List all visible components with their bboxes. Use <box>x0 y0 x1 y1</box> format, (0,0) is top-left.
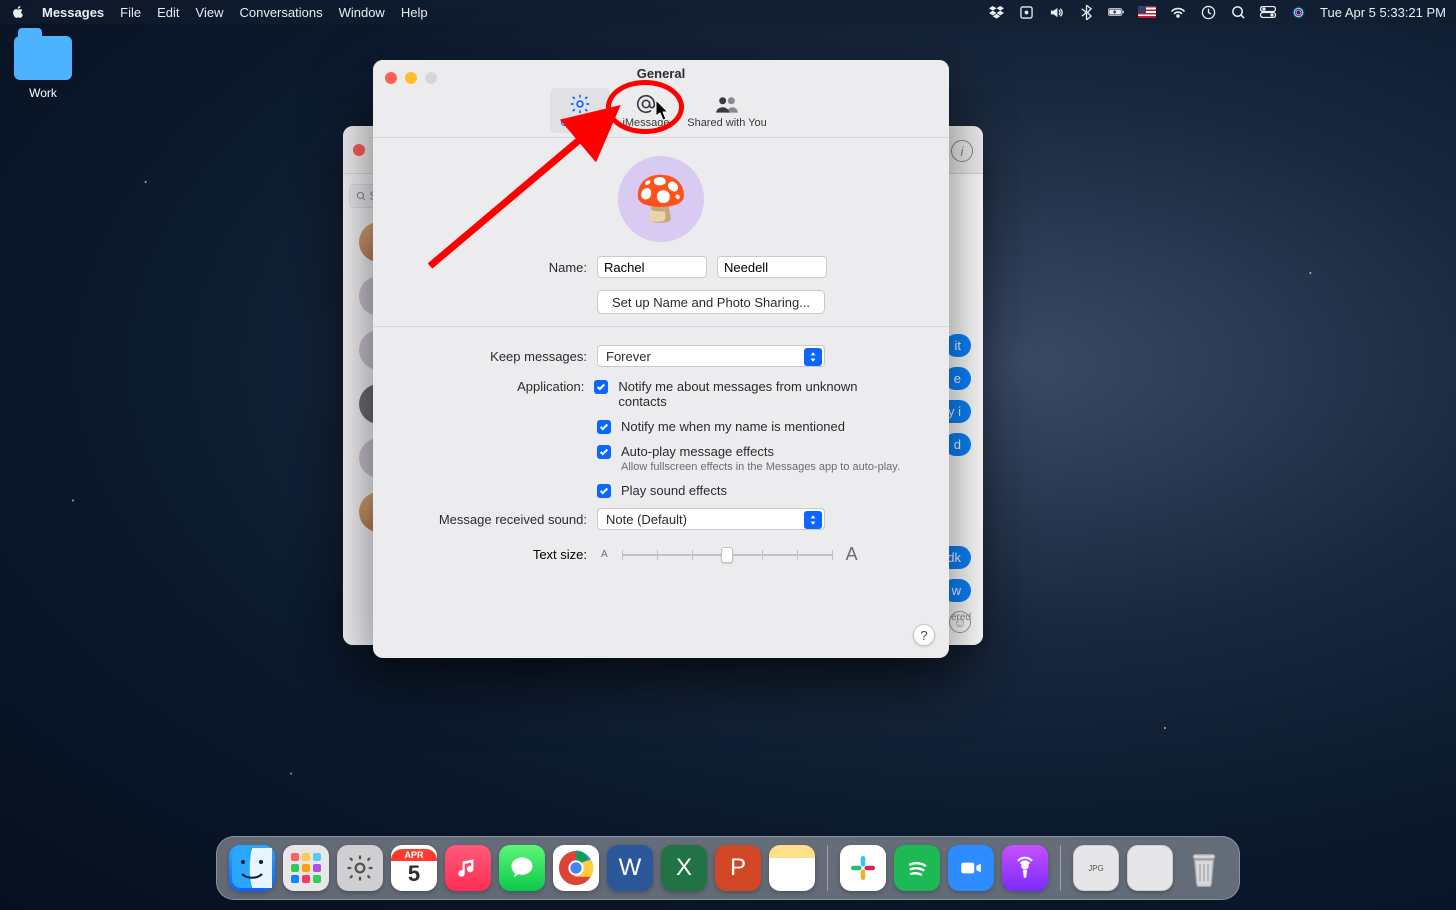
dock-excel[interactable]: X <box>661 845 707 891</box>
menu-conversations[interactable]: Conversations <box>239 5 322 20</box>
tab-general[interactable]: General <box>550 88 610 133</box>
menu-help[interactable]: Help <box>401 5 428 20</box>
application-label: Application: <box>417 379 584 394</box>
checkbox-sound-effects[interactable] <box>597 484 611 498</box>
dock-file[interactable] <box>1127 845 1173 891</box>
avatar-emoji: 🍄 <box>634 173 689 225</box>
help-button[interactable]: ? <box>913 624 935 646</box>
battery-icon[interactable] <box>1108 4 1124 20</box>
tab-imessage[interactable]: iMessage <box>616 88 676 133</box>
dock: APR5 W X P JPG <box>216 836 1240 900</box>
text-size-small-icon: A <box>601 549 608 560</box>
tab-label: iMessage <box>618 117 674 129</box>
cal-day: 5 <box>408 861 420 887</box>
checkbox-label: Notify me about messages from unknown co… <box>618 379 905 409</box>
first-name-input[interactable] <box>597 256 707 278</box>
dock-separator <box>827 845 828 891</box>
dock-launchpad[interactable] <box>283 845 329 891</box>
preferences-window: General General iMessage Shared with You… <box>373 60 949 658</box>
dock-zoom[interactable] <box>948 845 994 891</box>
checkbox-label: Auto-play message effects <box>621 444 900 459</box>
bluetooth-icon[interactable] <box>1078 4 1094 20</box>
dock-music[interactable] <box>445 845 491 891</box>
text-size-large-icon: A <box>846 544 858 565</box>
dock-powerpoint[interactable]: P <box>715 845 761 891</box>
cal-month: APR <box>391 849 437 861</box>
select-value: Note (Default) <box>606 512 687 527</box>
name-label: Name: <box>417 260 587 275</box>
checkbox-notify-mention[interactable] <box>597 420 611 434</box>
dock-finder[interactable] <box>229 845 275 891</box>
clock-history-icon[interactable] <box>1200 4 1216 20</box>
tab-shared-with-you[interactable]: Shared with You <box>682 88 772 133</box>
setup-name-photo-button[interactable]: Set up Name and Photo Sharing... <box>597 290 825 314</box>
keep-messages-label: Keep messages: <box>417 349 587 364</box>
profile-avatar[interactable]: 🍄 <box>618 156 704 242</box>
input-flag-icon[interactable] <box>1138 6 1156 18</box>
dock-spotify[interactable] <box>894 845 940 891</box>
at-sign-icon <box>618 92 674 116</box>
dock-podcasts[interactable] <box>1002 845 1048 891</box>
text-size-label: Text size: <box>417 547 587 562</box>
dropbox-icon[interactable] <box>988 4 1004 20</box>
keep-messages-select[interactable]: Forever <box>597 345 825 367</box>
preferences-tabs: General iMessage Shared with You <box>373 88 949 133</box>
desktop-folder-work[interactable]: Work <box>14 36 72 100</box>
dock-notes[interactable] <box>769 845 815 891</box>
siri-icon[interactable] <box>1290 4 1306 20</box>
menu-window[interactable]: Window <box>339 5 385 20</box>
volume-icon[interactable] <box>1048 4 1064 20</box>
people-icon <box>684 92 770 116</box>
folder-icon <box>14 36 72 80</box>
checkbox-notify-unknown[interactable] <box>594 380 608 394</box>
box-icon[interactable] <box>1018 4 1034 20</box>
last-name-input[interactable] <box>717 256 827 278</box>
divider <box>373 326 949 327</box>
checkbox-autoplay[interactable] <box>597 445 611 459</box>
received-sound-select[interactable]: Note (Default) <box>597 508 825 530</box>
dock-word[interactable]: W <box>607 845 653 891</box>
dock-separator <box>1060 845 1061 891</box>
text-size-slider[interactable] <box>622 545 832 565</box>
dock-slack[interactable] <box>840 845 886 891</box>
spotlight-icon[interactable] <box>1230 4 1246 20</box>
dock-calendar[interactable]: APR5 <box>391 845 437 891</box>
menu-file[interactable]: File <box>120 5 141 20</box>
checkbox-label: Play sound effects <box>621 483 727 498</box>
chevron-updown-icon <box>804 511 822 529</box>
tab-label: General <box>552 117 608 129</box>
menu-edit[interactable]: Edit <box>157 5 179 20</box>
conversation-info-button[interactable]: i <box>951 140 973 162</box>
menubar-clock[interactable]: Tue Apr 5 5:33:21 PM <box>1320 5 1446 20</box>
checkbox-label: Notify me when my name is mentioned <box>621 419 845 434</box>
select-value: Forever <box>606 349 651 364</box>
control-center-icon[interactable] <box>1260 4 1276 20</box>
menubar: Messages File Edit View Conversations Wi… <box>0 0 1456 24</box>
close-button[interactable] <box>353 144 365 156</box>
chevron-updown-icon <box>804 348 822 366</box>
search-icon <box>356 191 367 202</box>
menu-view[interactable]: View <box>196 5 224 20</box>
folder-label: Work <box>14 86 72 100</box>
window-title: General <box>373 66 949 81</box>
dock-system-preferences[interactable] <box>337 845 383 891</box>
tab-label: Shared with You <box>684 117 770 129</box>
wifi-icon[interactable] <box>1170 4 1186 20</box>
apple-menu[interactable] <box>10 4 26 20</box>
dock-file-jpg[interactable]: JPG <box>1073 845 1119 891</box>
dock-trash[interactable] <box>1181 845 1227 891</box>
dock-messages[interactable] <box>499 845 545 891</box>
app-name[interactable]: Messages <box>42 5 104 20</box>
dock-chrome[interactable] <box>553 845 599 891</box>
emoji-picker-button[interactable]: ☺ <box>949 611 971 633</box>
checkbox-sublabel: Allow fullscreen effects in the Messages… <box>621 461 900 473</box>
gear-icon <box>552 92 608 116</box>
received-sound-label: Message received sound: <box>417 512 587 527</box>
